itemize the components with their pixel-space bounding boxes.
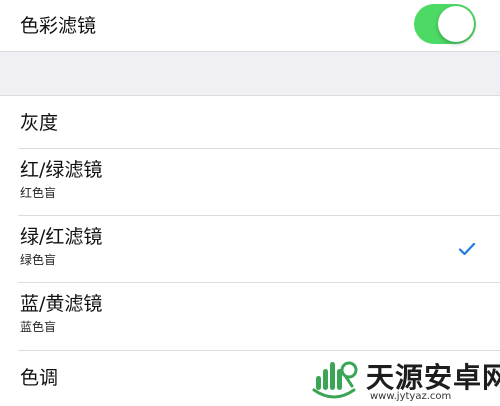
- option-grayscale[interactable]: 灰度: [0, 96, 500, 148]
- color-filters-label: 色彩滤镜: [20, 15, 97, 37]
- option-title: 绿/红滤镜: [20, 226, 103, 248]
- watermark-name: 天源安卓网: [366, 361, 500, 394]
- option-red-green[interactable]: 红/绿滤镜 红色盲: [0, 149, 500, 215]
- option-title: 蓝/黄滤镜: [20, 293, 103, 315]
- color-filters-row: 色彩滤镜: [0, 0, 500, 52]
- android-logo-icon: [312, 361, 358, 399]
- option-title: 色调: [20, 367, 59, 389]
- option-title: 灰度: [20, 112, 59, 134]
- color-filters-toggle[interactable]: [414, 4, 476, 44]
- toggle-knob: [438, 6, 474, 42]
- option-blue-yellow[interactable]: 蓝/黄滤镜 蓝色盲: [0, 283, 500, 350]
- option-title: 红/绿滤镜: [20, 159, 103, 181]
- watermark-url: www.jytyaz.com: [370, 391, 452, 402]
- section-gap: [0, 52, 500, 96]
- option-subtitle: 绿色盲: [20, 253, 57, 267]
- option-subtitle: 红色盲: [20, 186, 57, 200]
- option-green-red[interactable]: 绿/红滤镜 绿色盲: [0, 216, 500, 282]
- option-subtitle: 蓝色盲: [20, 320, 57, 334]
- checkmark-icon: [458, 242, 476, 256]
- watermark: 天源安卓网 www.jytyaz.com: [308, 354, 500, 406]
